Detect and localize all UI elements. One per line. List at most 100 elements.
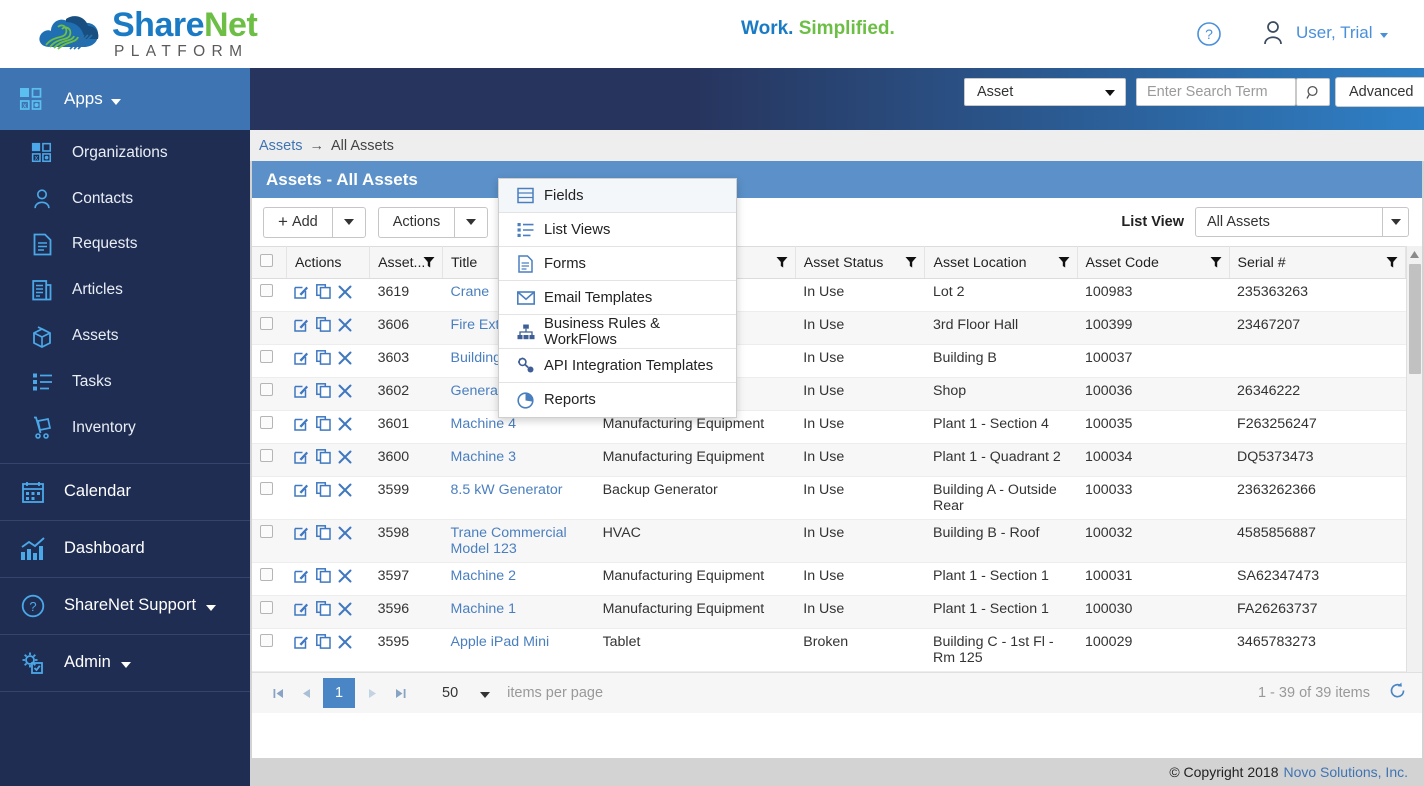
grid-scrollbar[interactable] bbox=[1406, 246, 1422, 695]
sidebar-item-admin[interactable]: Admin bbox=[0, 633, 250, 691]
table-row[interactable]: 3600 Machine 3 Manufacturing Equipment In U… bbox=[252, 443, 1406, 477]
search-type-select[interactable]: Asset bbox=[964, 78, 1126, 106]
asset-title-link[interactable]: Machine 1 bbox=[451, 601, 516, 617]
sidebar-item-assets[interactable]: Assets bbox=[0, 313, 250, 359]
sidebar-item-dashboard[interactable]: Dashboard bbox=[0, 519, 250, 577]
refresh-button[interactable] bbox=[1389, 682, 1406, 704]
sharenet-logo[interactable]: ShareNet PLATFORM bbox=[36, 8, 258, 60]
delete-icon[interactable] bbox=[338, 384, 352, 402]
delete-icon[interactable] bbox=[338, 450, 352, 468]
last-page-button[interactable] bbox=[386, 679, 414, 707]
column-header-asset-code[interactable]: Asset Code bbox=[1077, 246, 1230, 279]
advanced-search-button[interactable]: Advanced bbox=[1335, 77, 1424, 107]
select-all-checkbox[interactable] bbox=[260, 254, 273, 267]
row-checkbox[interactable] bbox=[260, 482, 273, 495]
asset-title-link[interactable]: Machine 3 bbox=[451, 449, 516, 465]
row-checkbox[interactable] bbox=[260, 317, 273, 330]
scrollbar-thumb[interactable] bbox=[1409, 264, 1421, 374]
sidebar-item-calendar[interactable]: Calendar bbox=[0, 462, 250, 520]
edit-icon[interactable] bbox=[294, 416, 309, 435]
copy-icon[interactable] bbox=[316, 449, 332, 468]
page-number-button[interactable]: 1 bbox=[323, 678, 355, 708]
delete-icon[interactable] bbox=[338, 635, 352, 653]
filter-icon[interactable] bbox=[423, 256, 435, 269]
sidebar-item-tasks[interactable]: Tasks bbox=[0, 359, 250, 405]
copy-icon[interactable] bbox=[316, 284, 332, 303]
actions-button[interactable]: Actions bbox=[377, 206, 455, 238]
copy-icon[interactable] bbox=[316, 482, 332, 501]
asset-title-link[interactable]: Apple iPad Mini bbox=[451, 634, 550, 650]
copy-icon[interactable] bbox=[316, 601, 332, 620]
edit-icon[interactable] bbox=[294, 449, 309, 468]
asset-title-link[interactable]: Crane bbox=[451, 284, 490, 300]
asset-title-link[interactable]: Machine 4 bbox=[451, 416, 516, 432]
delete-icon[interactable] bbox=[338, 417, 352, 435]
cell-title[interactable]: 8.5 kW Generator bbox=[442, 476, 595, 520]
table-row[interactable]: 3596 Machine 1 Manufacturing Equipment In U… bbox=[252, 595, 1406, 629]
menu-item-business-rules-workflows[interactable]: Business Rules & WorkFlows bbox=[499, 315, 736, 349]
cell-title[interactable]: Trane Commercial Model 123 bbox=[442, 519, 595, 563]
row-checkbox[interactable] bbox=[260, 350, 273, 363]
filter-icon[interactable] bbox=[1058, 256, 1070, 269]
add-button[interactable]: + Add bbox=[263, 206, 332, 238]
scroll-up-button[interactable] bbox=[1407, 246, 1422, 262]
cell-title[interactable]: Machine 1 bbox=[442, 595, 595, 629]
delete-icon[interactable] bbox=[338, 526, 352, 544]
filter-icon[interactable] bbox=[776, 256, 788, 269]
column-header-actions[interactable]: Actions bbox=[286, 246, 371, 279]
row-checkbox[interactable] bbox=[260, 416, 273, 429]
row-checkbox[interactable] bbox=[260, 568, 273, 581]
search-input[interactable] bbox=[1136, 78, 1296, 106]
menu-item-fields[interactable]: Fields bbox=[499, 179, 736, 213]
row-checkbox[interactable] bbox=[260, 525, 273, 538]
edit-icon[interactable] bbox=[294, 482, 309, 501]
next-page-button[interactable] bbox=[358, 679, 386, 707]
edit-icon[interactable] bbox=[294, 350, 309, 369]
copy-icon[interactable] bbox=[316, 525, 332, 544]
copy-icon[interactable] bbox=[316, 634, 332, 653]
copy-icon[interactable] bbox=[316, 317, 332, 336]
edit-icon[interactable] bbox=[294, 601, 309, 620]
table-row[interactable]: 3601 Machine 4 Manufacturing Equipment In U… bbox=[252, 410, 1406, 444]
menu-item-api-integration-templates[interactable]: API Integration Templates bbox=[499, 349, 736, 383]
sidebar-item-requests[interactable]: Requests bbox=[0, 222, 250, 268]
delete-icon[interactable] bbox=[338, 569, 352, 587]
table-row[interactable]: 3599 8.5 kW Generator Backup Generator In U… bbox=[252, 476, 1406, 520]
edit-icon[interactable] bbox=[294, 383, 309, 402]
row-checkbox[interactable] bbox=[260, 284, 273, 297]
table-row[interactable]: 3598 Trane Commercial Model 123 HVAC In Use… bbox=[252, 519, 1406, 563]
list-view-dropdown-button[interactable] bbox=[1383, 207, 1409, 237]
row-checkbox[interactable] bbox=[260, 449, 273, 462]
delete-icon[interactable] bbox=[338, 483, 352, 501]
edit-icon[interactable] bbox=[294, 634, 309, 653]
filter-icon[interactable] bbox=[1210, 256, 1222, 269]
list-view-select[interactable]: All Assets bbox=[1195, 207, 1383, 237]
table-row[interactable]: 3606Fire ExtinguisherIn Use3rd Floor Hal… bbox=[252, 311, 1406, 345]
breadcrumb-root[interactable]: Assets bbox=[259, 138, 303, 154]
copy-icon[interactable] bbox=[316, 350, 332, 369]
edit-icon[interactable] bbox=[294, 525, 309, 544]
filter-icon[interactable] bbox=[905, 256, 917, 269]
actions-dropdown-button[interactable] bbox=[454, 206, 489, 238]
row-checkbox[interactable] bbox=[260, 383, 273, 396]
sidebar-apps-header[interactable]: x Apps bbox=[0, 68, 250, 130]
sidebar-item-articles[interactable]: Articles bbox=[0, 267, 250, 313]
prev-page-button[interactable] bbox=[292, 679, 320, 707]
table-row[interactable]: 3595 Apple iPad Mini Tablet Broken Building … bbox=[252, 628, 1406, 672]
copy-icon[interactable] bbox=[316, 416, 332, 435]
cell-title[interactable]: Machine 3 bbox=[442, 443, 595, 477]
search-submit-button[interactable] bbox=[1296, 78, 1330, 106]
delete-icon[interactable] bbox=[338, 318, 352, 336]
edit-icon[interactable] bbox=[294, 317, 309, 336]
sidebar-item-sharenet-support[interactable]: ? ShareNet Support bbox=[0, 576, 250, 634]
company-link[interactable]: Novo Solutions, Inc. bbox=[1283, 764, 1408, 780]
table-row[interactable]: 3603 Building B In Use Building B 100037 bbox=[252, 344, 1406, 378]
first-page-button[interactable] bbox=[264, 679, 292, 707]
delete-icon[interactable] bbox=[338, 602, 352, 620]
column-header-asset-status[interactable]: Asset Status bbox=[795, 246, 926, 279]
edit-icon[interactable] bbox=[294, 284, 309, 303]
copy-icon[interactable] bbox=[316, 383, 332, 402]
menu-item-email-templates[interactable]: Email Templates bbox=[499, 281, 736, 315]
menu-item-list-views[interactable]: List Views bbox=[499, 213, 736, 247]
column-header-asset-location[interactable]: Asset Location bbox=[924, 246, 1078, 279]
